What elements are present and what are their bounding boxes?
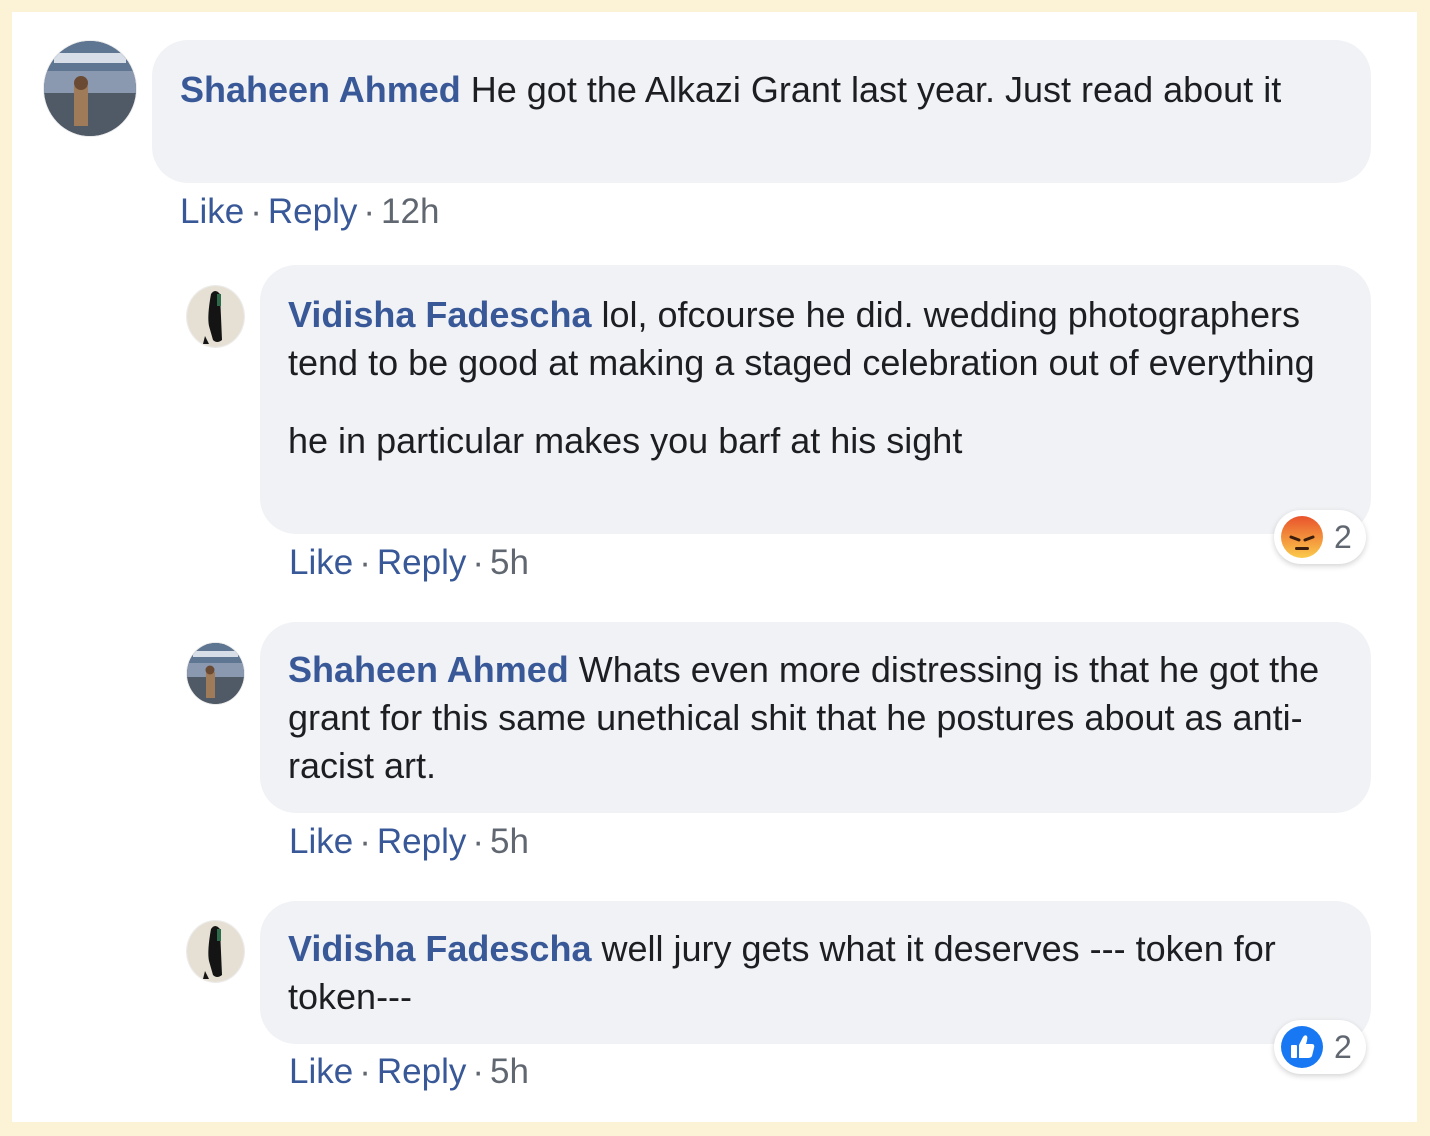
reply-button[interactable]: Reply [377, 822, 466, 861]
comment-bubble: Vidisha Fadescha lol, ofcourse he did. w… [260, 265, 1371, 534]
comment-text: He got the Alkazi Grant last year. Just … [470, 69, 1282, 110]
comments-panel: Shaheen Ahmed He got the Alkazi Grant la… [12, 12, 1417, 1122]
angry-reaction-icon [1280, 515, 1324, 559]
avatar-photo-icon [187, 643, 244, 704]
comment-author[interactable]: Shaheen Ahmed [180, 69, 461, 110]
reply-button[interactable]: Reply [377, 543, 466, 582]
reaction-count: 2 [1334, 1028, 1352, 1065]
separator: · [472, 1052, 485, 1091]
avatar-photo-icon [187, 921, 244, 982]
avatar[interactable] [44, 41, 136, 136]
reaction-count-badge[interactable]: 2 [1274, 510, 1366, 564]
like-button[interactable]: Like [289, 543, 353, 582]
separator: · [472, 543, 485, 582]
separator: · [250, 192, 262, 231]
separator: · [363, 192, 376, 231]
separator: · [472, 822, 485, 861]
comment-actions: Like · Reply · 5h [289, 1052, 529, 1092]
separator: · [359, 1052, 371, 1091]
like-button[interactable]: Like [180, 192, 244, 231]
like-button[interactable]: Like [289, 822, 353, 861]
comment-author[interactable]: Vidisha Fadescha [288, 928, 591, 969]
reply-button[interactable]: Reply [377, 1052, 466, 1091]
avatar[interactable] [187, 643, 244, 704]
avatar-photo-icon [44, 41, 136, 136]
comment-author[interactable]: Shaheen Ahmed [288, 649, 569, 690]
avatar[interactable] [187, 921, 244, 982]
comment-bubble: Shaheen Ahmed He got the Alkazi Grant la… [152, 40, 1371, 183]
comment-actions: Like · Reply · 12h [180, 192, 439, 232]
separator: · [359, 822, 371, 861]
comment-text-paragraph: he in particular makes you barf at his s… [288, 420, 963, 461]
separator: · [359, 543, 371, 582]
avatar[interactable] [187, 286, 244, 347]
comment-bubble: Shaheen Ahmed Whats even more distressin… [260, 622, 1371, 813]
avatar-photo-icon [187, 286, 244, 347]
comment-timestamp[interactable]: 12h [381, 192, 439, 231]
like-reaction-icon [1280, 1025, 1324, 1069]
comment-author[interactable]: Vidisha Fadescha [288, 294, 591, 335]
comment-timestamp[interactable]: 5h [490, 822, 529, 861]
comment-timestamp[interactable]: 5h [490, 543, 529, 582]
comment-actions: Like · Reply · 5h [289, 822, 529, 862]
comment-bubble: Vidisha Fadescha well jury gets what it … [260, 901, 1371, 1044]
comment-actions: Like · Reply · 5h [289, 543, 529, 583]
reaction-count-badge[interactable]: 2 [1274, 1020, 1366, 1074]
comment-timestamp[interactable]: 5h [490, 1052, 529, 1091]
reply-button[interactable]: Reply [268, 192, 357, 231]
reaction-count: 2 [1334, 518, 1352, 555]
like-button[interactable]: Like [289, 1052, 353, 1091]
